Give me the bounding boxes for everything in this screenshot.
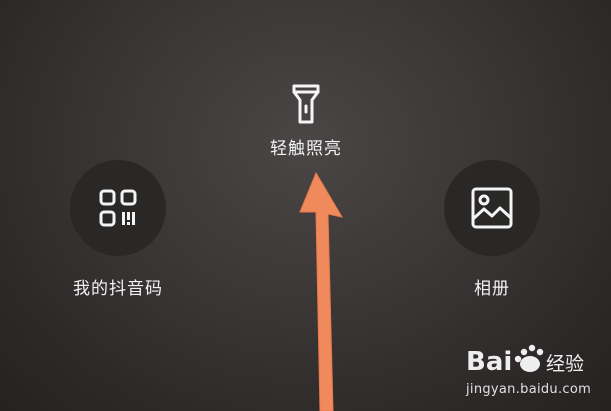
album-button[interactable] [444, 160, 540, 256]
album-label: 相册 [474, 279, 510, 299]
flashlight-label: 轻触照亮 [270, 139, 342, 159]
svg-text:经验: 经验 [546, 353, 584, 375]
camera-screen: 轻触照亮 我的抖音码 相册 Bai 经验 jingyan.baidu.com [0, 0, 611, 411]
qr-code-button[interactable] [70, 160, 166, 256]
image-icon [471, 187, 513, 229]
flashlight-button[interactable] [284, 80, 328, 128]
baidu-logo: Bai 经验 [466, 344, 584, 377]
qr-code-icon [99, 189, 137, 227]
qr-code-label: 我的抖音码 [73, 279, 163, 299]
baidu-watermark: Bai 经验 jingyan.baidu.com [466, 342, 606, 404]
flashlight-icon [292, 84, 320, 124]
svg-text:Bai: Bai [466, 347, 512, 377]
watermark-url: jingyan.baidu.com [466, 382, 592, 397]
